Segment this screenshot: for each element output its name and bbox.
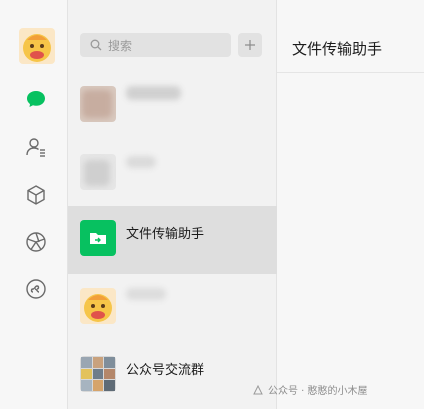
watermark: 公众号 · 憨憨的小木屋 — [252, 382, 368, 397]
emoji-avatar — [80, 288, 116, 324]
user-avatar[interactable] — [19, 28, 55, 64]
session-item[interactable] — [68, 274, 277, 342]
plus-icon — [245, 40, 255, 50]
blurred-name — [126, 288, 166, 300]
group-avatar-grid — [80, 356, 116, 392]
file-transfer-avatar — [80, 220, 116, 256]
session-name: 公众号交流群 — [126, 363, 205, 378]
session-item[interactable] — [68, 72, 277, 140]
folder-arrow-icon — [90, 233, 106, 244]
session-list-panel: 搜索 文件传输助手 公众号交流群 — [68, 0, 277, 409]
moments-shutter-icon[interactable] — [24, 230, 48, 254]
blurred-avatar — [80, 86, 116, 122]
chat-icon[interactable] — [24, 87, 48, 111]
session-name: 文件传输助手 — [126, 227, 205, 242]
search-input[interactable]: 搜索 — [80, 33, 231, 57]
chat-header: 文件传输助手 — [277, 0, 424, 73]
blurred-avatar — [80, 154, 116, 190]
contacts-icon[interactable] — [24, 135, 48, 159]
watermark-text: 公众号 · 憨憨的小木屋 — [268, 386, 368, 397]
add-button[interactable] — [238, 33, 262, 57]
session-item[interactable] — [68, 140, 277, 208]
wechat-official-account-icon — [253, 384, 263, 394]
favorites-cube-icon[interactable] — [24, 183, 48, 207]
search-icon — [90, 39, 102, 51]
mini-programs-icon[interactable] — [24, 277, 48, 301]
blurred-name — [126, 86, 181, 100]
blurred-name — [126, 156, 156, 168]
search-placeholder: 搜索 — [108, 38, 133, 53]
session-item-file-transfer[interactable]: 文件传输助手 — [68, 206, 277, 274]
left-navigation-rail — [0, 0, 68, 409]
chat-title: 文件传输助手 — [292, 40, 383, 58]
chat-panel: 文件传输助手 — [277, 0, 424, 409]
session-item-group[interactable]: 公众号交流群 — [68, 342, 277, 409]
